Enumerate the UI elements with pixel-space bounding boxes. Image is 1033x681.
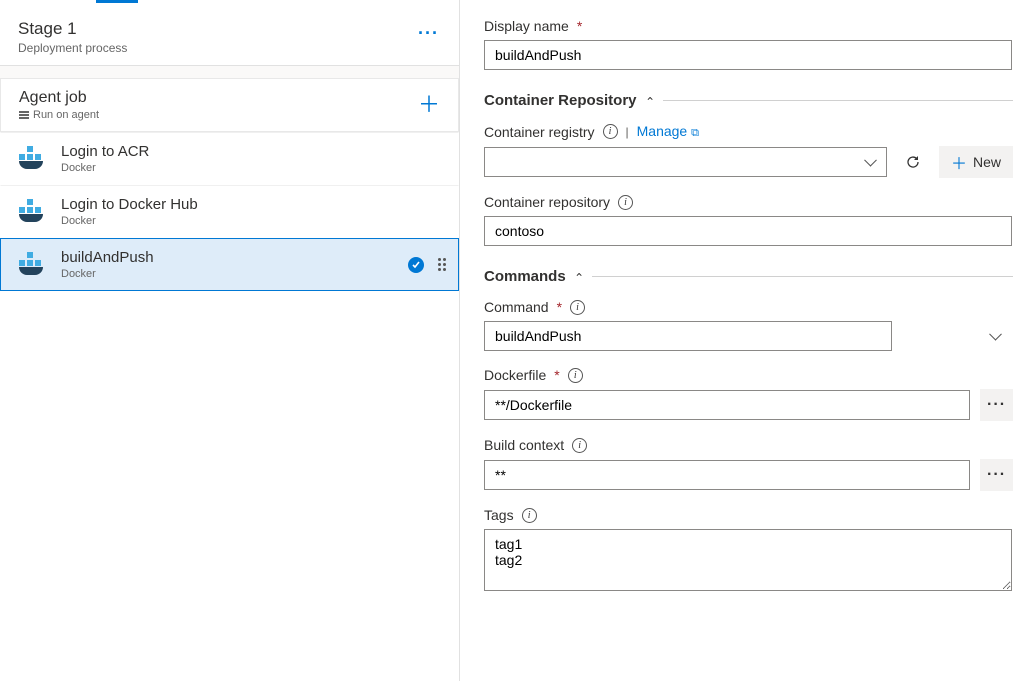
task-row[interactable]: buildAndPush Docker	[0, 238, 459, 291]
container-repository-section[interactable]: Container Repository ⌄	[484, 92, 1013, 109]
task-title: buildAndPush	[61, 249, 394, 266]
add-task-button[interactable]: ＋	[412, 94, 446, 116]
server-icon	[19, 111, 29, 119]
task-title: Login to ACR	[61, 143, 446, 160]
plus-icon: ＋	[951, 150, 967, 174]
stage-subtitle: Deployment process	[18, 41, 127, 55]
active-tab-indicator	[96, 0, 138, 3]
build-context-input[interactable]	[484, 460, 970, 490]
external-link-icon: ⧉	[691, 127, 699, 139]
agent-job-title: Agent job	[19, 89, 99, 107]
build-context-browse-button[interactable]: ···	[980, 459, 1013, 491]
task-subtitle: Docker	[61, 215, 446, 227]
display-name-label: Display name	[484, 18, 569, 34]
refresh-button[interactable]	[897, 146, 929, 178]
agent-job-row[interactable]: Agent job Run on agent ＋	[0, 78, 459, 132]
commands-section[interactable]: Commands ⌄	[484, 268, 1013, 285]
info-icon[interactable]: i	[572, 438, 587, 453]
info-icon[interactable]: i	[618, 195, 633, 210]
stage-title: Stage 1	[18, 19, 127, 39]
info-icon[interactable]: i	[570, 300, 585, 315]
chevron-up-icon: ⌄	[645, 94, 655, 108]
container-registry-select[interactable]	[484, 147, 887, 177]
task-row[interactable]: Login to ACR Docker	[0, 132, 459, 185]
pipeline-task-list: Stage 1 Deployment process ··· Agent job…	[0, 0, 460, 681]
task-subtitle: Docker	[61, 268, 394, 280]
docker-icon	[19, 254, 47, 276]
refresh-icon	[905, 154, 921, 170]
drag-handle[interactable]	[438, 258, 446, 271]
command-label: Command	[484, 299, 549, 315]
stage-more-button[interactable]: ···	[410, 19, 447, 48]
info-icon[interactable]: i	[522, 508, 537, 523]
docker-icon	[19, 148, 47, 170]
container-repository-input[interactable]	[484, 216, 1012, 246]
command-select[interactable]: buildAndPush	[484, 321, 892, 351]
new-registry-button[interactable]: ＋ New	[939, 146, 1013, 178]
container-registry-label: Container registry	[484, 124, 595, 140]
info-icon[interactable]: i	[603, 124, 618, 139]
tags-textarea[interactable]	[484, 529, 1012, 591]
container-repository-label: Container repository	[484, 194, 610, 210]
dockerfile-browse-button[interactable]: ···	[980, 389, 1013, 421]
task-details-panel: Display name * Container Repository ⌄ Co…	[460, 0, 1033, 681]
manage-link[interactable]: Manage ⧉	[637, 123, 699, 140]
dockerfile-label: Dockerfile	[484, 367, 546, 383]
docker-icon	[19, 201, 47, 223]
agent-job-subtitle: Run on agent	[19, 109, 99, 121]
check-icon	[408, 257, 424, 273]
stage-header[interactable]: Stage 1 Deployment process ···	[0, 5, 459, 66]
tags-label: Tags	[484, 507, 514, 523]
chevron-up-icon: ⌄	[574, 270, 584, 284]
task-title: Login to Docker Hub	[61, 196, 446, 213]
dockerfile-input[interactable]	[484, 390, 970, 420]
build-context-label: Build context	[484, 437, 564, 453]
task-row[interactable]: Login to Docker Hub Docker	[0, 185, 459, 238]
task-subtitle: Docker	[61, 162, 446, 174]
info-icon[interactable]: i	[568, 368, 583, 383]
display-name-input[interactable]	[484, 40, 1012, 70]
